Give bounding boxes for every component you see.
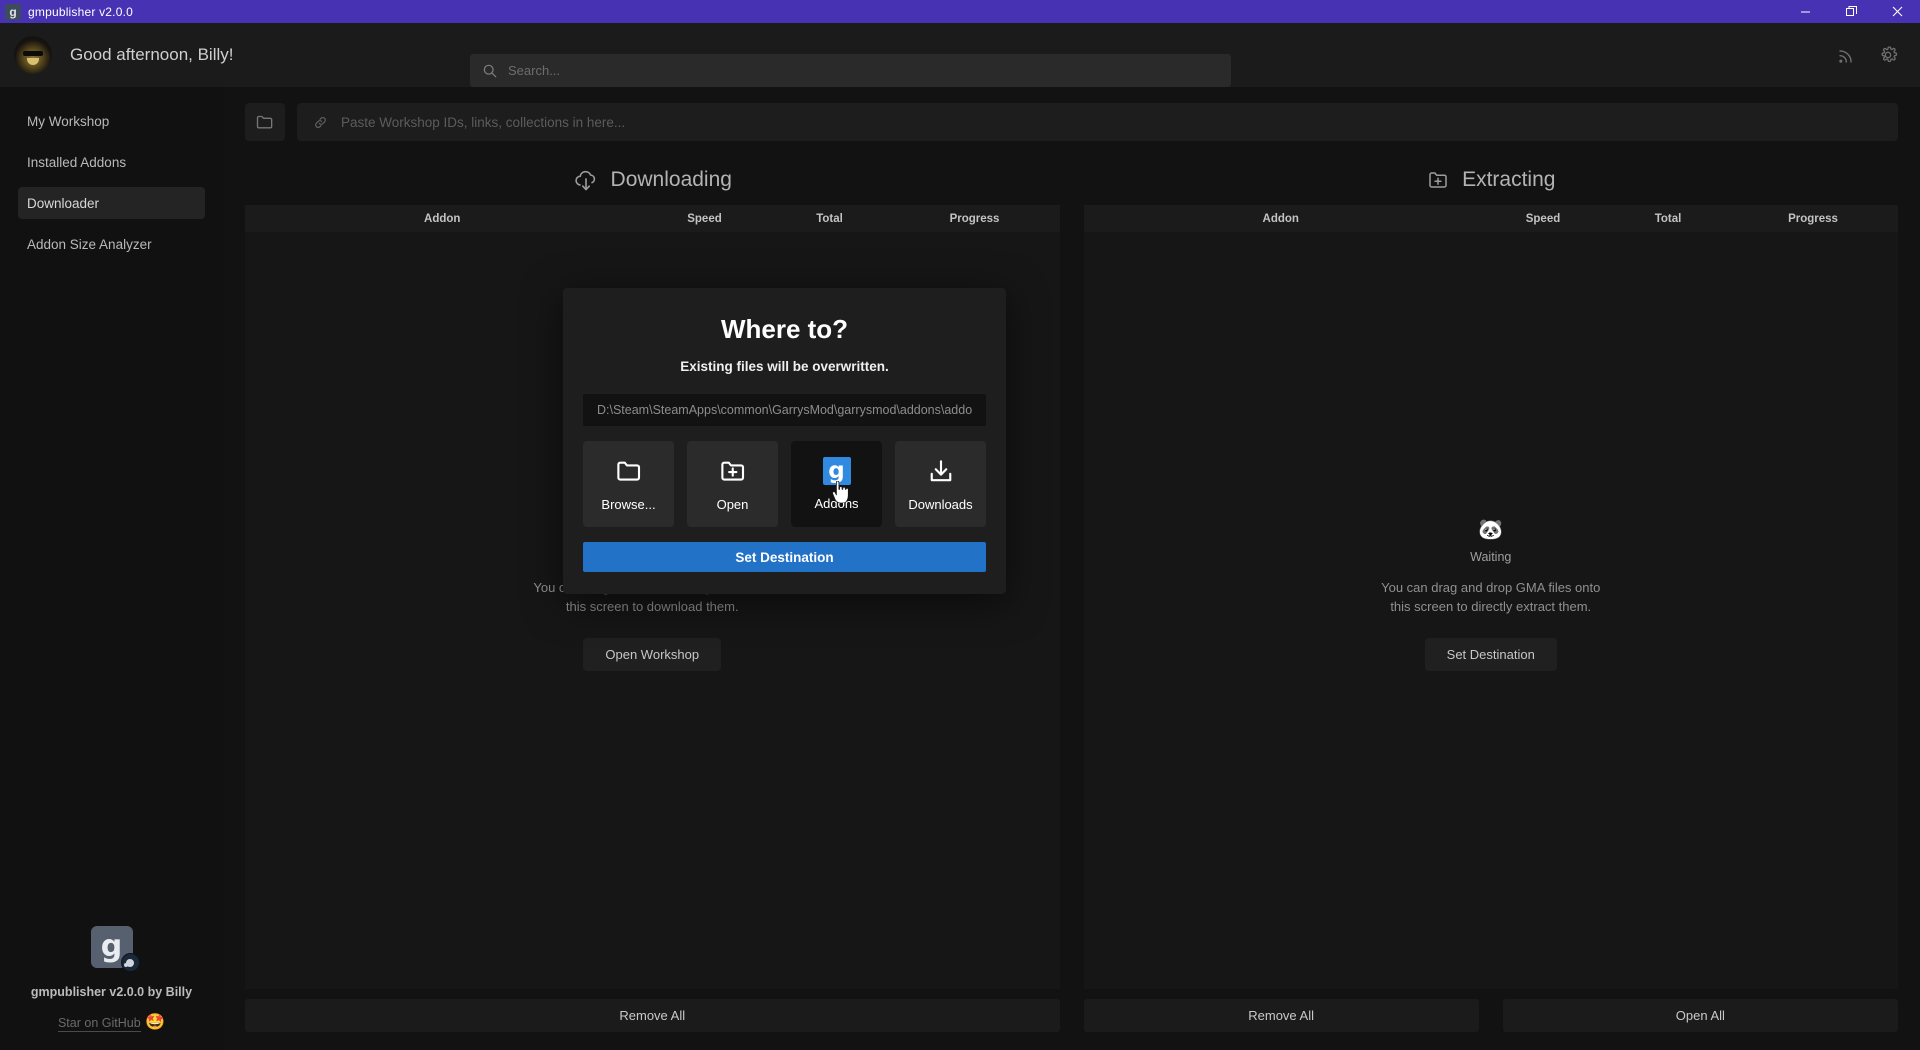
search-input[interactable] — [508, 63, 1218, 78]
star-struck-emoji-icon: 🤩 — [145, 1014, 165, 1031]
extracting-desc-line-1: You can drag and drop GMA files onto — [1381, 578, 1600, 597]
search-bar[interactable] — [470, 54, 1231, 87]
header-icon-group — [1837, 45, 1906, 65]
github-link-row[interactable]: Star on GitHub 🤩 — [58, 1012, 165, 1032]
column-header-speed: Speed — [640, 213, 770, 225]
paste-field[interactable] — [297, 103, 1898, 141]
column-header-progress: Progress — [1728, 213, 1898, 225]
browse-destination-button[interactable]: Browse... — [583, 441, 674, 527]
cloud-download-icon — [573, 167, 599, 193]
downloading-title-text: Downloading — [611, 168, 732, 192]
modal-subtitle: Existing files will be overwritten. — [583, 359, 986, 374]
sidebar-item-downloader[interactable]: Downloader — [18, 187, 205, 219]
extracting-footer-group: Remove All Open All — [1084, 999, 1899, 1032]
column-header-addon: Addon — [1084, 213, 1479, 225]
modal-title: Where to? — [583, 314, 986, 345]
app-logo-icon: g — [5, 4, 21, 20]
open-destination-button[interactable]: Open — [687, 441, 778, 527]
extracting-title-text: Extracting — [1462, 168, 1555, 192]
open-destination-label: Open — [717, 497, 749, 512]
panels-footer: Remove All Remove All Open All — [223, 989, 1920, 1050]
sidebar-item-addon-size-analyzer[interactable]: Addon Size Analyzer — [18, 228, 205, 260]
extracting-empty-state: 🐼 Waiting You can drag and drop GMA file… — [1381, 520, 1600, 671]
sidebar-item-installed-addons[interactable]: Installed Addons — [18, 146, 205, 178]
steam-badge-icon — [121, 953, 140, 972]
addons-destination-button[interactable]: g Addons — [791, 441, 882, 527]
destination-path-field[interactable] — [583, 394, 986, 426]
link-icon — [313, 115, 328, 130]
toolbar-row — [223, 87, 1920, 155]
downloading-table-header: Addon Speed Total Progress — [245, 205, 1060, 232]
downloading-footer-group: Remove All — [245, 999, 1060, 1032]
column-header-total: Total — [1608, 213, 1728, 225]
gear-icon[interactable] — [1878, 45, 1898, 65]
extracting-empty-description: You can drag and drop GMA files onto thi… — [1381, 578, 1600, 616]
garrysmod-g-icon: g — [823, 457, 851, 485]
folder-plus-icon — [1426, 168, 1450, 192]
extracting-panel: Extracting Addon Speed Total Progress 🐼 … — [1084, 155, 1899, 989]
set-destination-button[interactable]: Set Destination — [1425, 638, 1557, 671]
sidebar-item-label: Downloader — [27, 196, 99, 211]
search-icon — [483, 64, 497, 78]
main-content: Downloading Addon Speed Total Progress 🐼… — [223, 87, 1920, 1050]
brand-logo-letter: g — [101, 932, 122, 962]
paste-input[interactable] — [341, 115, 1882, 130]
downloads-destination-button[interactable]: Downloads — [895, 441, 986, 527]
minimize-icon[interactable] — [1782, 0, 1828, 23]
sidebar-item-label: My Workshop — [27, 114, 109, 129]
extracting-panel-title: Extracting — [1084, 155, 1899, 205]
downloading-remove-all-button[interactable]: Remove All — [245, 999, 1060, 1032]
folder-plus-icon — [718, 456, 748, 486]
rss-icon[interactable] — [1837, 46, 1856, 65]
destination-path-input[interactable] — [597, 403, 972, 417]
sidebar: My Workshop Installed Addons Downloader … — [0, 87, 223, 1050]
extracting-status-text: Waiting — [1470, 550, 1511, 564]
where-to-modal: Where to? Existing files will be overwri… — [563, 288, 1006, 594]
column-header-addon: Addon — [245, 213, 640, 225]
column-header-total: Total — [770, 213, 890, 225]
folder-icon — [614, 456, 644, 486]
app-header: Good afternoon, Billy! — [0, 23, 1920, 87]
downloads-destination-label: Downloads — [908, 497, 972, 512]
greeting-text: Good afternoon, Billy! — [70, 45, 233, 65]
column-header-speed: Speed — [1478, 213, 1608, 225]
downloading-desc-line-2: this screen to download them. — [533, 597, 771, 616]
close-icon[interactable] — [1874, 0, 1920, 23]
waiting-emoji-icon: 🐼 — [1478, 520, 1503, 540]
folder-icon — [255, 112, 275, 132]
set-destination-confirm-button[interactable]: Set Destination — [583, 542, 986, 572]
open-workshop-button[interactable]: Open Workshop — [583, 638, 721, 671]
extracting-desc-line-2: this screen to directly extract them. — [1381, 597, 1600, 616]
github-link-label[interactable]: Star on GitHub — [58, 1016, 141, 1032]
open-folder-button[interactable] — [245, 103, 285, 141]
extracting-remove-all-button[interactable]: Remove All — [1084, 999, 1479, 1032]
sidebar-footer: g gmpublisher v2.0.0 by Billy Star on Gi… — [0, 926, 223, 1032]
column-header-progress: Progress — [890, 213, 1060, 225]
gmpublisher-logo-icon: g — [91, 926, 133, 968]
sidebar-item-my-workshop[interactable]: My Workshop — [18, 105, 205, 137]
title-bar: g gmpublisher v2.0.0 — [0, 0, 1920, 23]
window-title: gmpublisher v2.0.0 — [28, 5, 133, 19]
destination-options: Browse... Open g Addons — [583, 441, 986, 527]
downloading-panel-title: Downloading — [245, 155, 1060, 205]
browse-destination-label: Browse... — [601, 497, 655, 512]
app-window: g gmpublisher v2.0.0 Good afternoon, Bil… — [0, 0, 1920, 1050]
extracting-table-header: Addon Speed Total Progress — [1084, 205, 1899, 232]
restore-icon[interactable] — [1828, 0, 1874, 23]
user-avatar[interactable] — [14, 36, 52, 74]
addons-destination-label: Addons — [814, 496, 858, 511]
download-icon — [926, 456, 956, 486]
extracting-open-all-button[interactable]: Open All — [1503, 999, 1898, 1032]
sidebar-item-label: Addon Size Analyzer — [27, 237, 152, 252]
extracting-table-body: 🐼 Waiting You can drag and drop GMA file… — [1084, 232, 1899, 989]
sidebar-item-label: Installed Addons — [27, 155, 126, 170]
panels-container: Downloading Addon Speed Total Progress 🐼… — [223, 155, 1920, 989]
app-credit-text: gmpublisher v2.0.0 by Billy — [31, 985, 192, 999]
